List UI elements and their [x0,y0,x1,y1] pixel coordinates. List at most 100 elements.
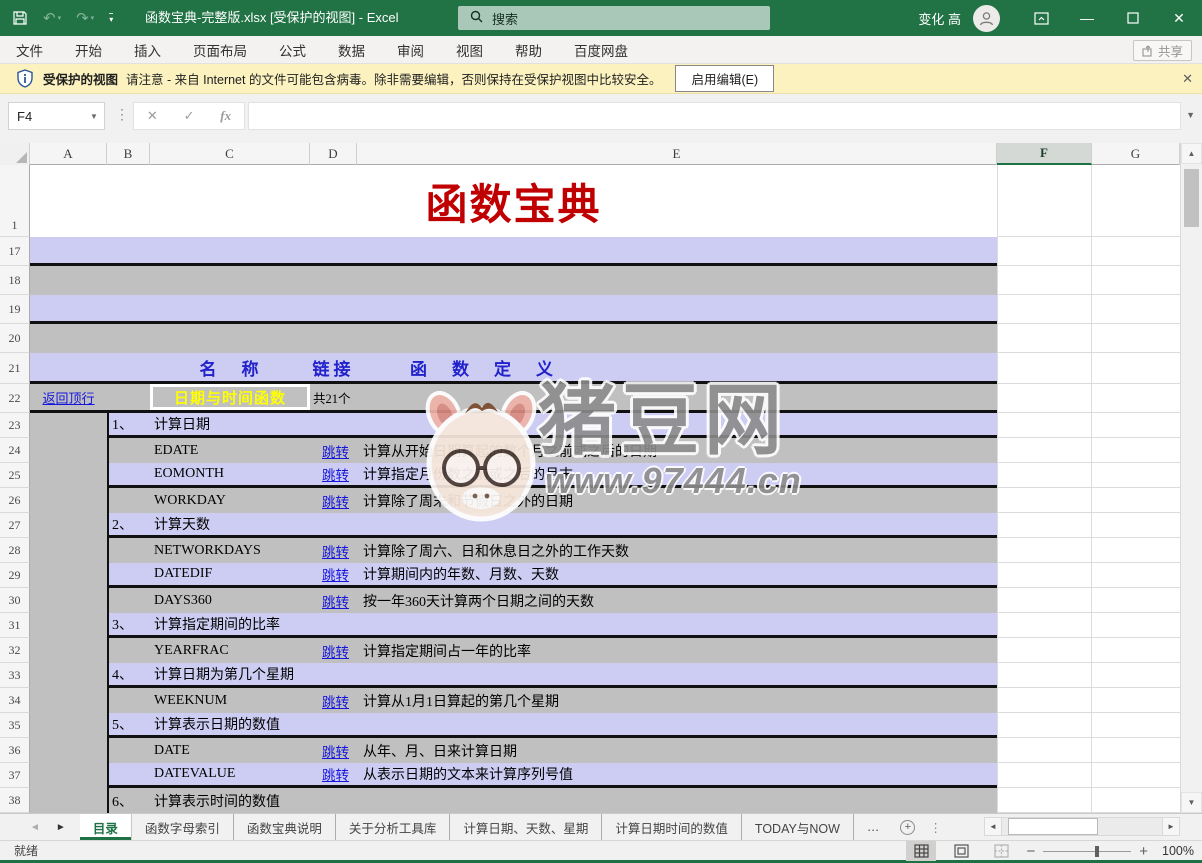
search-input[interactable]: 搜索 [458,6,770,30]
maximize-button[interactable] [1110,0,1156,36]
back-to-top-link[interactable]: 返回顶行 [42,388,94,407]
tab-home[interactable]: 开始 [59,36,118,64]
section-title-cell[interactable]: 计算表示日期的数值 [152,714,312,734]
section-number-cell[interactable]: 2、 [109,514,152,534]
function-name-cell[interactable]: WORKDAY [152,493,312,509]
tab-view[interactable]: 视图 [440,36,499,64]
row-header-21[interactable]: 21 [0,353,30,384]
row-header-38[interactable]: 38 [0,788,30,813]
expand-formula-bar-icon[interactable]: ▼ [1186,110,1195,120]
sheet-tab-date-days-week[interactable]: 计算日期、天数、星期 [450,814,602,840]
scroll-down-icon[interactable]: ▼ [1181,792,1202,813]
row-header-22[interactable]: 22 [0,384,30,413]
jump-link[interactable]: 跳转 [322,545,349,560]
cancel-formula-icon[interactable]: ✕ [147,108,158,124]
jump-link[interactable]: 跳转 [322,695,349,710]
section-number-cell[interactable]: 6、 [109,791,152,811]
sheet-nav-right-icon[interactable]: ► [56,822,66,833]
row-header-18[interactable]: 18 [0,266,30,295]
workbook-title-cell[interactable]: 函数宝典 [30,171,997,232]
save-icon[interactable] [12,10,28,26]
tab-review[interactable]: 审阅 [381,36,440,64]
row-header-36[interactable]: 36 [0,738,30,763]
horizontal-scrollbar[interactable]: ◄ ► [984,816,1180,837]
jump-link[interactable]: 跳转 [322,468,349,483]
function-desc-cell[interactable]: 按一年360天计算两个日期之间的天数 [359,591,997,611]
new-sheet-icon[interactable]: + [892,814,923,840]
account-name[interactable]: 变化 高 [918,9,961,28]
function-name-cell[interactable]: EDATE [152,443,312,459]
customize-qat-icon[interactable]: ▾ [109,13,113,24]
formula-input[interactable] [248,102,1181,130]
select-all-corner[interactable] [0,143,30,165]
function-name-cell[interactable]: DATEDIF [152,566,312,582]
function-desc-cell[interactable]: 计算除了周末和节假日之外的日期 [359,491,997,511]
function-desc-cell[interactable]: 计算指定月份数之前或之后的月末 [359,464,997,484]
category-title-cell[interactable]: 日期与时间函数 [150,384,310,410]
jump-link[interactable]: 跳转 [322,595,349,610]
close-button[interactable]: ✕ [1156,0,1202,36]
section-title-cell[interactable]: 计算表示时间的数值 [152,791,312,811]
minimize-button[interactable]: — [1064,0,1110,36]
column-header-a[interactable]: A [30,143,107,165]
row-header-23[interactable]: 23 [0,413,30,438]
row-header-35[interactable]: 35 [0,713,30,738]
horizontal-scroll-thumb[interactable] [1008,818,1098,835]
row-header-37[interactable]: 37 [0,763,30,788]
function-desc-cell[interactable]: 计算指定期间占一年的比率 [359,641,997,661]
sheet-tab-truncated[interactable]: … [854,814,893,840]
zoom-slider[interactable] [1043,851,1131,852]
jump-link[interactable]: 跳转 [322,768,349,783]
header-link-cell[interactable]: 链接 [310,355,357,380]
sheet-tab-guide[interactable]: 函数宝典说明 [234,814,336,840]
jump-link[interactable]: 跳转 [322,645,349,660]
enter-formula-icon[interactable]: ✓ [184,108,195,124]
row-header-30[interactable]: 30 [0,588,30,613]
function-desc-cell[interactable]: 计算从开始日期算起的数个月之前或之后的日期 [359,441,997,461]
enable-editing-button[interactable]: 启用编辑(E) [675,65,774,92]
zoom-slider-thumb[interactable] [1095,846,1099,857]
section-number-cell[interactable]: 1、 [109,414,152,434]
column-header-e[interactable]: E [357,143,997,165]
tab-file[interactable]: 文件 [0,36,59,64]
vertical-scroll-thumb[interactable] [1184,169,1199,227]
row-header-34[interactable]: 34 [0,688,30,713]
function-name-cell[interactable]: WEEKNUM [152,693,312,709]
row-header-33[interactable]: 33 [0,663,30,688]
page-layout-view-icon[interactable] [946,841,976,861]
scroll-right-icon[interactable]: ► [1162,817,1180,836]
function-name-cell[interactable]: YEARFRAC [152,643,312,659]
category-count-cell[interactable]: 共21个 [310,384,357,410]
normal-view-icon[interactable] [906,841,936,861]
section-number-cell[interactable]: 4、 [109,664,152,684]
jump-link[interactable]: 跳转 [322,568,349,583]
row-header-32[interactable]: 32 [0,638,30,663]
function-name-cell[interactable]: DATE [152,743,312,759]
ribbon-display-options-icon[interactable] [1018,0,1064,36]
tab-formulas[interactable]: 公式 [263,36,322,64]
column-header-b[interactable]: B [107,143,150,165]
function-desc-cell[interactable]: 计算除了周六、日和休息日之外的工作天数 [359,541,997,561]
sheet-tab-alpha-index[interactable]: 函数字母索引 [132,814,234,840]
column-header-c[interactable]: C [150,143,310,165]
zoom-out-icon[interactable]: − [1026,843,1035,860]
row-header-25[interactable]: 25 [0,463,30,488]
row-header-20[interactable]: 20 [0,324,30,353]
column-header-g[interactable]: G [1092,143,1180,165]
scroll-up-icon[interactable]: ▲ [1181,143,1202,164]
function-name-cell[interactable]: DAYS360 [152,593,312,609]
page-break-preview-icon[interactable] [986,841,1016,861]
row-header-29[interactable]: 29 [0,563,30,588]
jump-link[interactable]: 跳转 [322,495,349,510]
undo-icon[interactable]: ↶▾ [43,9,61,27]
zoom-in-icon[interactable]: + [1139,843,1148,860]
function-name-cell[interactable]: NETWORKDAYS [152,543,312,559]
row-header-31[interactable]: 31 [0,613,30,638]
header-name-cell[interactable]: 名 称 [150,355,310,380]
tab-pagelayout[interactable]: 页面布局 [177,36,263,64]
row-header-27[interactable]: 27 [0,513,30,538]
sheet-nav-left-icon[interactable]: ◄ [30,822,40,833]
header-definition-cell[interactable]: 函 数 定 义 [357,355,997,380]
sheet-tab-today-now[interactable]: TODAY与NOW [742,814,854,840]
share-button[interactable]: 共享 [1133,40,1192,61]
